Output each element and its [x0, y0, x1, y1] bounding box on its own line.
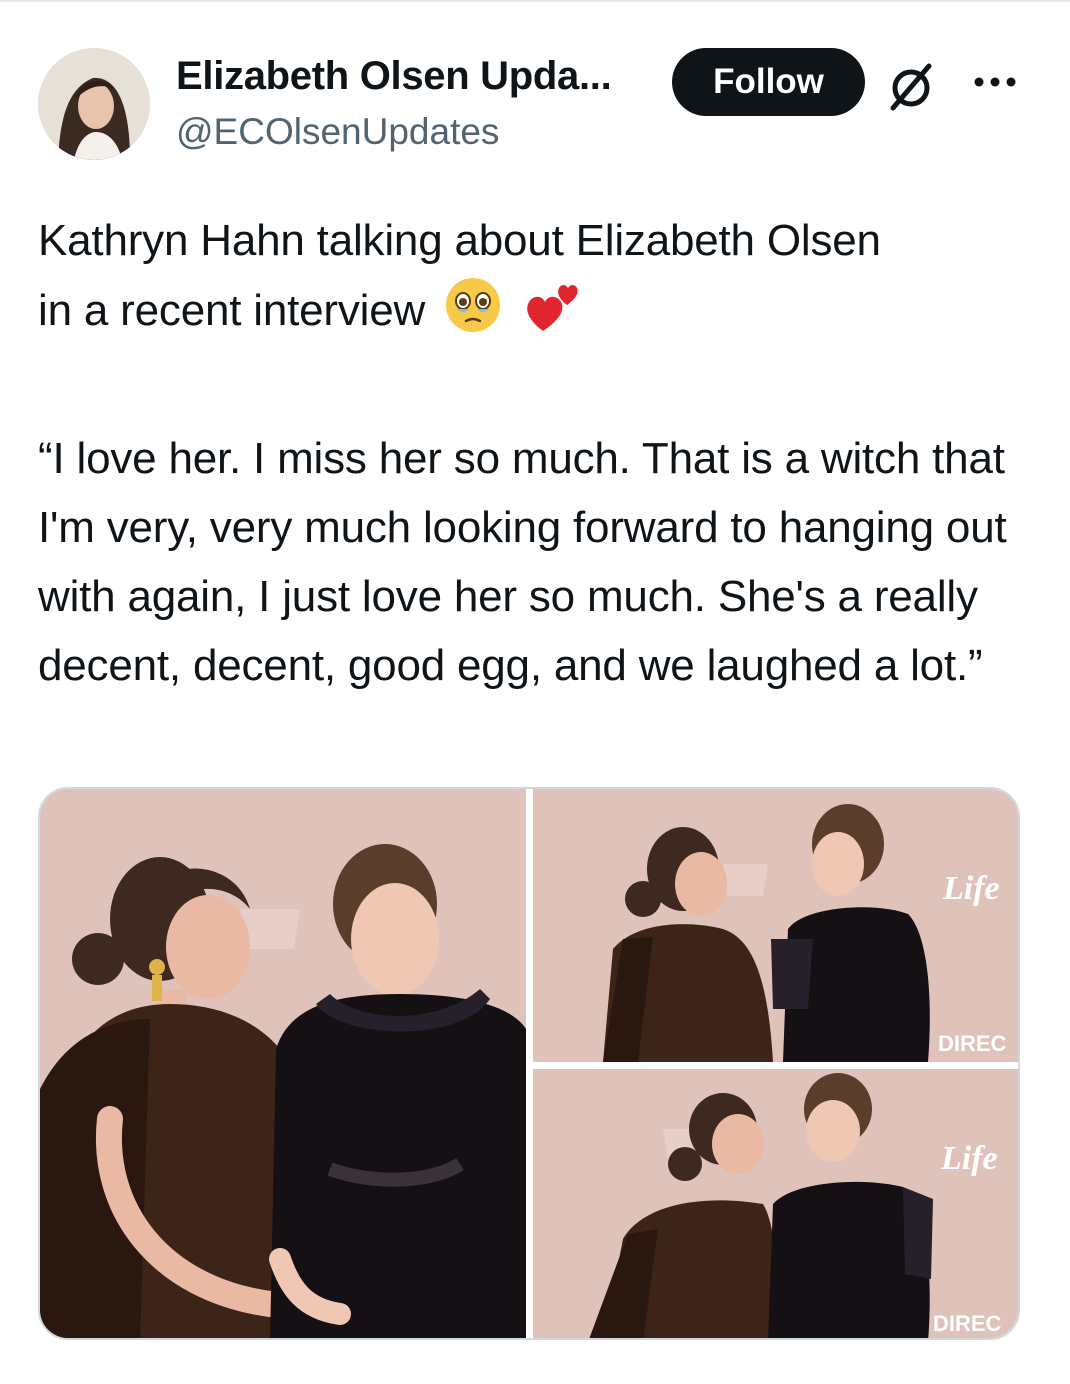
backdrop-sign-direc: DIREC [938, 1031, 1007, 1056]
photo-top-right[interactable]: Life DIREC [533, 789, 1018, 1062]
avatar-portrait [38, 48, 150, 160]
photo-bottom-right[interactable]: Life DIREC [533, 1069, 1018, 1338]
author-handle[interactable]: @ECOlsenUpdates [176, 108, 499, 156]
post-text-line-2: in a recent interview [38, 275, 1038, 355]
post-text-line-2-words: in a recent interview [38, 286, 426, 335]
backdrop-sign-life: Life [940, 1140, 998, 1177]
face-holding-back-tears-emoji [443, 275, 503, 355]
more-options-icon[interactable] [972, 70, 1018, 94]
grok-icon[interactable] [884, 60, 938, 114]
post-text-line-1: Kathryn Hahn talking about Elizabeth Ols… [38, 216, 881, 265]
photo-main[interactable] [40, 789, 526, 1338]
follow-button[interactable]: Follow [672, 48, 865, 116]
top-divider [0, 0, 1070, 2]
author-display-name[interactable]: Elizabeth Olsen Upda... [176, 52, 612, 100]
photo-top-right-image: Life DIREC [533, 789, 1018, 1062]
photo-bottom-right-image: Life DIREC [533, 1069, 1018, 1338]
backdrop-sign-life: Life [942, 870, 1000, 907]
post-text: Kathryn Hahn talking about Elizabeth Ols… [38, 206, 1038, 700]
post-quote: “I love her. I miss her so much. That is… [38, 434, 1007, 690]
media-grid[interactable]: Life DIREC Life DIREC [38, 787, 1020, 1340]
backdrop-sign-direc: DIREC [933, 1311, 1002, 1336]
two-hearts-emoji [521, 275, 583, 355]
author-avatar[interactable] [38, 48, 150, 160]
photo-main-image [40, 789, 526, 1338]
